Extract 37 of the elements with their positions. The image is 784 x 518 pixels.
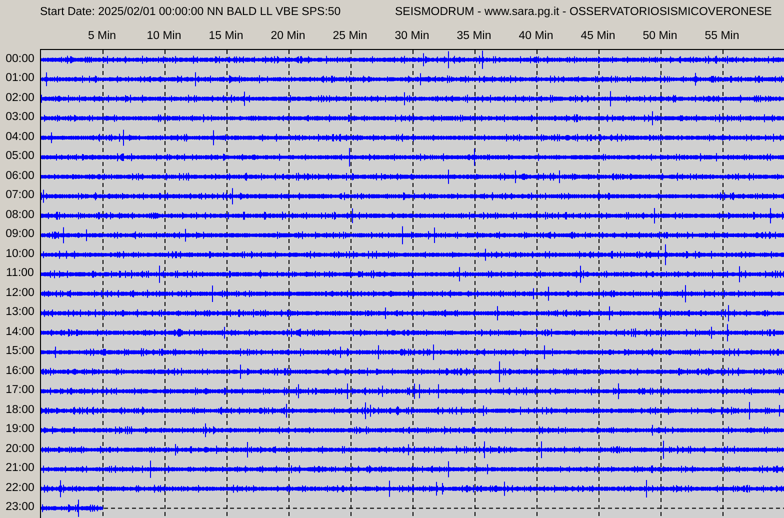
minute-label: 30 Min	[394, 30, 430, 42]
hour-label: 07:00	[6, 189, 34, 202]
hour-label: 11:00	[6, 267, 34, 280]
hour-label: 10:00	[6, 248, 34, 260]
hour-label: 03:00	[6, 111, 34, 124]
hour-label: 16:00	[6, 364, 34, 377]
hour-label: 00:00	[6, 52, 34, 65]
hour-label: 23:00	[6, 501, 34, 514]
minute-label: 10 Min	[146, 30, 182, 42]
hour-label: 21:00	[6, 462, 34, 474]
minute-label: 15 Min	[208, 30, 244, 42]
minute-label: 40 Min	[518, 30, 554, 42]
minute-label: 5 Min	[86, 30, 118, 42]
hour-label: 22:00	[6, 482, 34, 494]
hour-label: 18:00	[6, 404, 34, 416]
minute-label: 20 Min	[270, 30, 306, 42]
hour-label: 09:00	[6, 228, 34, 240]
hour-label: 01:00	[6, 72, 34, 84]
hour-label: 05:00	[6, 150, 34, 162]
minute-label: 35 Min	[456, 30, 492, 42]
minute-label: 55 Min	[704, 30, 740, 42]
hour-label: 06:00	[6, 170, 34, 182]
minute-label: 25 Min	[332, 30, 368, 42]
hour-label: 14:00	[6, 326, 34, 338]
hour-label: 04:00	[6, 130, 34, 143]
hour-label: 20:00	[6, 442, 34, 455]
hour-label: 15:00	[6, 345, 34, 358]
hour-label: 19:00	[6, 423, 34, 436]
minute-label: 45 Min	[580, 30, 616, 42]
minute-label: 50 Min	[642, 30, 678, 42]
hour-label: 17:00	[6, 384, 34, 396]
chart-title: SEISMODRUM - www.sara.pg.it - OSSERVATORIOSISMICOVERONESE	[395, 6, 772, 18]
hour-label: 02:00	[6, 92, 34, 104]
hour-label: 12:00	[6, 286, 34, 299]
hour-label: 13:00	[6, 306, 34, 318]
start-date-text: Start Date: 2025/02/01 00:00:00 NN BALD LL VBE SPS:50	[40, 6, 342, 18]
hour-label: 08:00	[6, 208, 34, 221]
